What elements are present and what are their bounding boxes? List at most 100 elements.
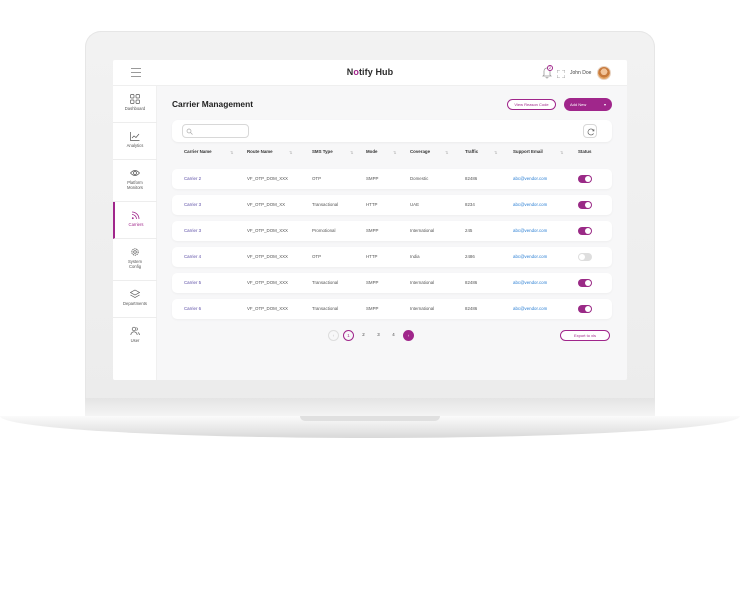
fullscreen-icon[interactable] (557, 70, 565, 78)
sidebar-label: Carriers (128, 222, 144, 227)
cell-sms-type: Promotional (312, 228, 336, 233)
search-input[interactable] (195, 126, 247, 136)
status-toggle[interactable] (578, 279, 592, 287)
sort-icon[interactable]: ⇅ (230, 150, 233, 155)
user-name[interactable]: John Doe (570, 70, 591, 76)
table-row[interactable]: Carrier 3 VF_OTP_DOM_XX Transactional HT… (172, 195, 612, 215)
header-mode[interactable]: Mode (366, 149, 377, 154)
cell-traffic: 82486 (465, 176, 478, 181)
laptop-hinge (85, 398, 655, 416)
sort-icon[interactable]: ⇅ (350, 150, 353, 155)
laptop-notch (300, 416, 440, 421)
cell-sms-type: OTP (312, 176, 322, 181)
page-4-button[interactable]: 4 (388, 330, 399, 341)
table-header: Carrier Name ⇅ Route Name ⇅ SMS Type ⇅ M… (172, 149, 612, 161)
eye-icon (130, 170, 140, 176)
header-traffic[interactable]: Traffic (465, 149, 478, 154)
gear-icon (131, 248, 139, 256)
status-toggle[interactable] (578, 175, 592, 183)
page-2-button[interactable]: 2 (358, 330, 369, 341)
cell-carrier-name[interactable]: Carrier 6 (184, 306, 201, 311)
refresh-icon (587, 128, 595, 136)
view-reason-code-button[interactable]: View Reason Code (507, 99, 556, 110)
header-carrier-name[interactable]: Carrier Name (184, 149, 212, 154)
cell-support-email[interactable]: abc@vendor.com (513, 306, 547, 311)
sidebar-item-user[interactable]: User (113, 318, 157, 355)
cell-carrier-name[interactable]: Carrier 5 (184, 280, 201, 285)
cell-traffic: 82486 (465, 306, 478, 311)
page-1-button[interactable]: 1 (343, 330, 354, 341)
cell-traffic: 245 (465, 228, 473, 233)
header-sms-type[interactable]: SMS Type (312, 149, 333, 154)
prev-page-button[interactable]: ‹ (328, 330, 339, 341)
sort-icon[interactable]: ⇅ (560, 150, 563, 155)
cell-mode: SMPP (366, 306, 379, 311)
sidebar-label-line2: Monitors (126, 185, 144, 190)
sidebar-item-platform-monitors[interactable]: Platform Monitors (113, 160, 157, 202)
export-xls-button[interactable]: Export to xls (560, 330, 610, 341)
sort-icon[interactable]: ⇅ (289, 150, 292, 155)
cell-mode: HTTP (366, 202, 378, 207)
sidebar-item-dashboard[interactable]: Dashboard (113, 86, 157, 123)
cell-route-name: VF_OTP_DOM_XXX (247, 176, 288, 181)
chart-line-icon (130, 132, 140, 141)
cell-route-name: VF_OTP_DOM_XX (247, 202, 286, 207)
cell-coverage: International (410, 306, 435, 311)
sidebar-item-analytics[interactable]: Analytics (113, 123, 157, 160)
sidebar-item-carriers[interactable]: Carriers (113, 202, 157, 239)
notification-badge: 2 (547, 65, 553, 71)
signal-icon (131, 211, 140, 220)
sort-icon[interactable]: ⇅ (393, 150, 396, 155)
user-avatar[interactable] (597, 66, 611, 80)
status-toggle[interactable] (578, 305, 592, 313)
cell-carrier-name[interactable]: Carrier 3 (184, 202, 201, 207)
cell-traffic: 82486 (465, 280, 478, 285)
search-icon (186, 128, 193, 135)
header-support-email[interactable]: Support Email (513, 149, 543, 154)
sort-icon[interactable]: ⇅ (494, 150, 497, 155)
add-new-button[interactable]: Add New ▾ (564, 98, 612, 111)
cell-mode: SMPP (366, 228, 379, 233)
caret-down-icon: ▾ (603, 102, 606, 107)
search-box[interactable] (182, 124, 249, 138)
cell-coverage: Domestic (410, 176, 429, 181)
cell-carrier-name[interactable]: Carrier 4 (184, 254, 201, 259)
sort-icon[interactable]: ⇅ (445, 150, 448, 155)
table-row[interactable]: Carrier 3 VF_OTP_DOM_XXX Promotional SMP… (172, 221, 612, 241)
cell-support-email[interactable]: abc@vendor.com (513, 228, 547, 233)
sidebar-item-departments[interactable]: Departments (113, 281, 157, 318)
cell-mode: SMPP (366, 176, 379, 181)
cell-route-name: VF_OTP_DOM_XXX (247, 254, 288, 259)
header-status: Status (578, 149, 592, 154)
cell-mode: SMPP (366, 280, 379, 285)
add-new-label: Add New (570, 102, 587, 107)
cell-support-email[interactable]: abc@vendor.com (513, 176, 547, 181)
sidebar-item-system-config[interactable]: System Config (113, 239, 157, 281)
refresh-button[interactable] (583, 124, 597, 138)
next-page-button[interactable]: › (403, 330, 414, 341)
page-3-button[interactable]: 3 (373, 330, 384, 341)
status-toggle[interactable] (578, 227, 592, 235)
header-coverage[interactable]: Coverage (410, 149, 430, 154)
cell-traffic: 2486 (465, 254, 475, 259)
header-route-name[interactable]: Route Name (247, 149, 273, 154)
cell-traffic: 8234 (465, 202, 475, 207)
table-row[interactable]: Carrier 4 VF_OTP_DOM_XXX OTP HTTP India … (172, 247, 612, 267)
users-icon (130, 326, 140, 336)
status-toggle[interactable] (578, 253, 592, 261)
cell-sms-type: Transactional (312, 306, 339, 311)
layers-icon (130, 289, 140, 298)
table-row[interactable]: Carrier 6 VF_OTP_DOM_XXX Transactional S… (172, 299, 612, 319)
table-row[interactable]: Carrier 2 VF_OTP_DOM_XXX OTP SMPP Domest… (172, 169, 612, 189)
grid-icon (130, 94, 140, 104)
sidebar-label: Analytics (126, 143, 144, 148)
table-toolbar (172, 120, 612, 142)
cell-carrier-name[interactable]: Carrier 2 (184, 176, 201, 181)
table-row[interactable]: Carrier 5 VF_OTP_DOM_XXX Transactional S… (172, 273, 612, 293)
cell-support-email[interactable]: abc@vendor.com (513, 280, 547, 285)
status-toggle[interactable] (578, 201, 592, 209)
cell-support-email[interactable]: abc@vendor.com (513, 254, 547, 259)
cell-support-email[interactable]: abc@vendor.com (513, 202, 547, 207)
cell-sms-type: OTP (312, 254, 322, 259)
cell-carrier-name[interactable]: Carrier 3 (184, 228, 201, 233)
